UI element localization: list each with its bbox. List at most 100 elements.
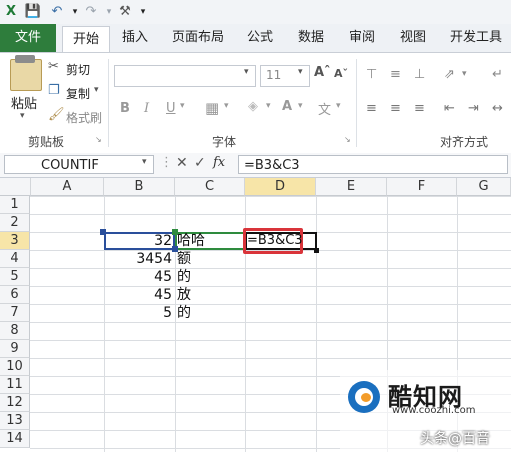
watermark-url: www.coozhi.com bbox=[392, 405, 476, 416]
clipboard-group-label: 剪贴板 bbox=[28, 135, 65, 149]
column-header-e[interactable]: E bbox=[316, 178, 387, 196]
row-header[interactable]: 13 bbox=[0, 412, 30, 430]
save-icon[interactable]: 💾 bbox=[24, 3, 42, 21]
tab-formulas[interactable]: 公式 bbox=[247, 24, 273, 52]
cell-c6[interactable]: 放 bbox=[177, 286, 191, 304]
cell-c5[interactable]: 的 bbox=[177, 268, 191, 286]
font-size-dropdown-icon[interactable]: ▾ bbox=[298, 67, 303, 77]
clipboard-clip-icon bbox=[15, 55, 35, 63]
row-header[interactable]: 8 bbox=[0, 322, 30, 340]
name-box-dropdown-icon[interactable]: ▾ bbox=[142, 157, 147, 167]
excel-logo-icon: X bbox=[5, 4, 17, 19]
font-color-icon[interactable]: A bbox=[282, 99, 292, 114]
align-bottom-icon[interactable]: ⊥ bbox=[414, 67, 425, 82]
cell-b4[interactable]: 3454 bbox=[104, 250, 172, 268]
align-top-icon[interactable]: ⊤ bbox=[366, 67, 377, 82]
row-header[interactable]: 7 bbox=[0, 304, 30, 322]
name-box[interactable]: COUNTIF bbox=[4, 155, 154, 174]
row-header[interactable]: 6 bbox=[0, 286, 30, 304]
cell-d3[interactable]: =B3&C3 bbox=[247, 232, 303, 250]
column-header-a[interactable]: A bbox=[31, 178, 104, 196]
align-left-icon[interactable]: ≡ bbox=[366, 101, 377, 116]
tab-review[interactable]: 审阅 bbox=[349, 24, 375, 52]
qat-customize-icon[interactable]: ▾ bbox=[134, 3, 152, 21]
watermark-logo-icon bbox=[348, 381, 380, 413]
font-launcher-icon[interactable]: ↘ bbox=[344, 135, 351, 144]
fill-color-dropdown-icon[interactable]: ▾ bbox=[266, 101, 271, 111]
row-header[interactable]: 14 bbox=[0, 430, 30, 448]
underline-icon[interactable]: U bbox=[166, 101, 176, 116]
cell-b7[interactable]: 5 bbox=[104, 304, 172, 322]
tab-insert[interactable]: 插入 bbox=[122, 24, 148, 52]
redo-icon[interactable]: ↷ bbox=[82, 3, 100, 21]
paste-icon[interactable] bbox=[10, 59, 42, 91]
row-header[interactable]: 11 bbox=[0, 376, 30, 394]
cell-c3[interactable]: 哈哈 bbox=[177, 232, 205, 250]
orientation-dropdown-icon[interactable]: ▾ bbox=[462, 69, 467, 79]
column-header-f[interactable]: F bbox=[387, 178, 457, 196]
paste-dropdown-icon[interactable]: ▾ bbox=[20, 111, 25, 121]
shrink-font-icon[interactable]: Aˇ bbox=[334, 67, 348, 80]
cell-b3[interactable]: 32 bbox=[104, 232, 172, 250]
tools-icon[interactable]: ⚒ bbox=[116, 3, 134, 21]
insert-function-icon[interactable]: fx bbox=[213, 155, 225, 170]
align-right-icon[interactable]: ≡ bbox=[414, 101, 425, 116]
tab-page-layout[interactable]: 页面布局 bbox=[172, 24, 224, 52]
fill-handle[interactable] bbox=[314, 248, 319, 253]
formula-input[interactable]: =B3&C3 bbox=[238, 155, 508, 174]
copy-dropdown-icon[interactable]: ▾ bbox=[94, 85, 99, 95]
bold-icon[interactable]: B bbox=[120, 101, 130, 116]
fill-color-icon[interactable]: ◈ bbox=[248, 99, 258, 114]
increase-indent-icon[interactable]: ⇥ bbox=[468, 101, 479, 116]
copy-button[interactable]: 复制 bbox=[66, 85, 90, 102]
row-header[interactable]: 9 bbox=[0, 340, 30, 358]
format-painter-button[interactable]: 格式刷 bbox=[66, 109, 102, 126]
row-header[interactable]: 4 bbox=[0, 250, 30, 268]
column-header-d[interactable]: D bbox=[245, 178, 316, 196]
font-name-dropdown-icon[interactable]: ▾ bbox=[244, 67, 249, 77]
watermark-caption: 头条@百音 bbox=[420, 431, 490, 447]
undo-icon[interactable]: ↶ bbox=[48, 3, 66, 21]
quick-access-toolbar: X 💾 ↶ ▾ ↷ ▾ ⚒ ▾ bbox=[0, 0, 511, 25]
tab-developer[interactable]: 开发工具 bbox=[450, 24, 502, 52]
align-center-icon[interactable]: ≡ bbox=[390, 101, 401, 116]
row-header[interactable]: 5 bbox=[0, 268, 30, 286]
paste-button[interactable]: 粘贴 bbox=[11, 93, 37, 112]
phonetic-icon[interactable]: 文 bbox=[318, 99, 331, 118]
enter-icon[interactable]: ✓ bbox=[194, 155, 206, 171]
cell-c4[interactable]: 额 bbox=[177, 250, 191, 268]
borders-dropdown-icon[interactable]: ▾ bbox=[224, 101, 229, 111]
tab-view[interactable]: 视图 bbox=[400, 24, 426, 52]
row-header[interactable]: 1 bbox=[0, 196, 30, 214]
cancel-icon[interactable]: ✕ bbox=[176, 155, 188, 171]
row-header[interactable]: 3 bbox=[0, 232, 30, 250]
underline-dropdown-icon[interactable]: ▾ bbox=[180, 101, 185, 111]
select-all-corner[interactable] bbox=[0, 178, 31, 196]
tab-file[interactable]: 文件 bbox=[0, 24, 56, 52]
decrease-indent-icon[interactable]: ⇤ bbox=[444, 101, 455, 116]
borders-icon[interactable]: ▦ bbox=[205, 99, 219, 117]
cell-b5[interactable]: 45 bbox=[104, 268, 172, 286]
italic-icon[interactable]: I bbox=[144, 101, 149, 116]
cell-b6[interactable]: 45 bbox=[104, 286, 172, 304]
row-header[interactable]: 2 bbox=[0, 214, 30, 232]
font-name-select[interactable] bbox=[114, 65, 256, 87]
orientation-icon[interactable]: ⇗ bbox=[444, 67, 455, 82]
column-header-g[interactable]: G bbox=[457, 178, 511, 196]
column-header-c[interactable]: C bbox=[175, 178, 245, 196]
tab-home[interactable]: 开始 bbox=[62, 26, 111, 55]
grow-font-icon[interactable]: Aˆ bbox=[314, 65, 331, 80]
column-header-b[interactable]: B bbox=[104, 178, 175, 196]
wrap-text-icon[interactable]: ↵ bbox=[492, 67, 503, 82]
row-header[interactable]: 10 bbox=[0, 358, 30, 376]
cell-c7[interactable]: 的 bbox=[177, 304, 191, 322]
phonetic-dropdown-icon[interactable]: ▾ bbox=[336, 101, 341, 111]
align-middle-icon[interactable]: ≡ bbox=[390, 67, 401, 82]
cut-button[interactable]: 剪切 bbox=[66, 61, 90, 78]
row-header[interactable]: 12 bbox=[0, 394, 30, 412]
scissors-icon: ✂ bbox=[48, 59, 59, 74]
clipboard-launcher-icon[interactable]: ↘ bbox=[95, 135, 102, 144]
font-color-dropdown-icon[interactable]: ▾ bbox=[298, 101, 303, 111]
merge-center-icon[interactable]: ↔ bbox=[492, 101, 503, 116]
tab-data[interactable]: 数据 bbox=[298, 24, 324, 52]
